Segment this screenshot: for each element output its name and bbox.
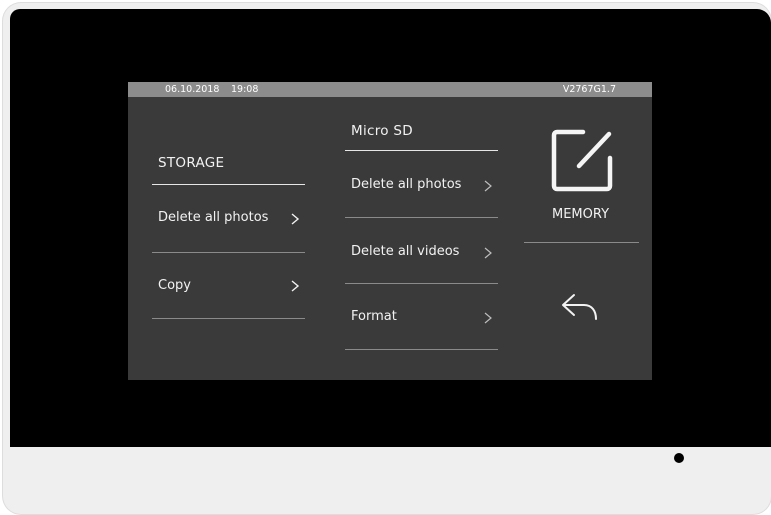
chevron-right-icon — [291, 280, 300, 292]
storage-copy-item[interactable]: Copy — [152, 269, 305, 303]
memory-edit-icon — [551, 129, 613, 192]
memory-label: MEMORY — [552, 207, 610, 222]
microsd-divider-2 — [345, 283, 498, 284]
storage-title-divider — [152, 184, 305, 185]
status-time: 19:08 — [231, 84, 259, 95]
chevron-right-icon — [484, 180, 492, 192]
chevron-right-icon — [291, 213, 300, 225]
status-date: 06.10.2018 — [165, 84, 220, 95]
storage-divider-2 — [152, 318, 305, 319]
microsd-title-divider — [345, 150, 498, 151]
camera-dot — [674, 453, 684, 463]
microsd-divider-3 — [345, 349, 498, 350]
chevron-right-icon — [484, 247, 492, 259]
microsd-divider-1 — [345, 217, 498, 218]
back-arrow-icon[interactable] — [560, 291, 600, 325]
storage-divider-1 — [152, 252, 305, 253]
microsd-delete-all-videos-item[interactable]: Delete all videos — [345, 235, 498, 269]
status-bar: 06.10.2018 19:08 V2767G1.7 — [128, 82, 652, 97]
memory-divider — [524, 242, 639, 243]
microsd-format-item[interactable]: Format — [345, 301, 498, 335]
microsd-delete-all-photos-item[interactable]: Delete all photos — [345, 168, 498, 202]
firmware-version: V2767G1.7 — [562, 84, 616, 95]
microsd-delete-all-photos-label: Delete all photos — [351, 177, 462, 192]
storage-delete-all-photos-item[interactable]: Delete all photos — [152, 202, 305, 236]
microsd-format-label: Format — [351, 309, 397, 324]
microsd-delete-all-videos-label: Delete all videos — [351, 244, 460, 259]
memory-button[interactable]: MEMORY — [524, 122, 639, 232]
microsd-title: Micro SD — [351, 123, 413, 139]
storage-title: STORAGE — [158, 155, 225, 171]
display-screen: 06.10.2018 19:08 V2767G1.7 STORAGE Delet… — [128, 82, 652, 380]
storage-delete-all-photos-label: Delete all photos — [158, 210, 269, 225]
storage-copy-label: Copy — [158, 278, 191, 293]
chevron-right-icon — [484, 312, 492, 324]
